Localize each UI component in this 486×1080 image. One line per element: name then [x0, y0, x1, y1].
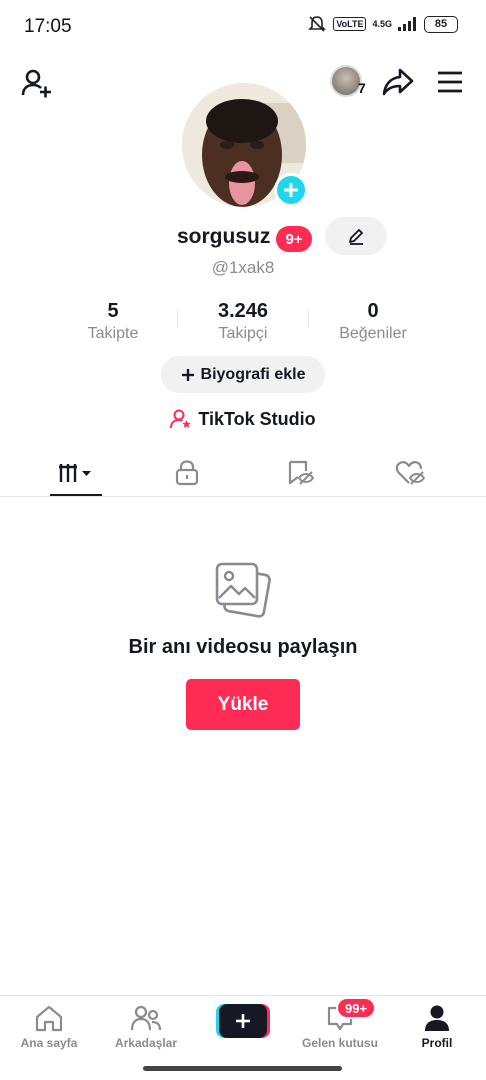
status-bar: 17:05 VoLTE 4.5G 85: [0, 0, 486, 52]
nav-label: Profil: [421, 1036, 453, 1050]
inbox-badge: 99+: [336, 997, 377, 1019]
stat-label: Takipte: [87, 325, 139, 342]
create-button[interactable]: [216, 1004, 270, 1038]
stat-value: 0: [367, 300, 379, 322]
add-user-icon: [21, 69, 51, 98]
bookmark-hidden-icon: [288, 460, 314, 485]
username: sorgusuz: [177, 225, 271, 248]
plus-icon: [181, 368, 194, 381]
add-bio-label: Biyografi ekle: [200, 365, 306, 383]
signal-icon: [398, 17, 416, 31]
name-row: sorgusuz 9+: [0, 217, 486, 257]
friends-icon: [130, 1005, 162, 1031]
nav-label: Ana sayfa: [20, 1036, 78, 1050]
pencil-icon: [349, 229, 363, 245]
profile-tabs: [0, 450, 486, 497]
lock-icon: [175, 460, 199, 486]
add-story-button[interactable]: [274, 173, 308, 207]
tab-saved[interactable]: [240, 450, 360, 496]
home-icon: [35, 1005, 63, 1032]
nav-label: Arkadaşlar: [114, 1036, 178, 1050]
tab-liked[interactable]: [350, 450, 470, 496]
heart-hidden-icon: [395, 461, 425, 485]
edit-profile-button[interactable]: [325, 217, 387, 255]
plus-icon: [284, 183, 298, 197]
menu-icon: [438, 71, 462, 93]
nav-profile[interactable]: Profil: [389, 1004, 485, 1050]
empty-state-title: Bir anı videosu paylaşın: [128, 636, 358, 658]
profile-icon: [425, 1005, 449, 1031]
nav-home[interactable]: Ana sayfa: [1, 1004, 97, 1050]
upload-button[interactable]: Yükle: [186, 679, 300, 730]
stats-row: 5 Takipte 3.246 Takipçi 0 Beğeniler: [0, 300, 486, 350]
grid-icon: [59, 464, 91, 482]
story-count: 7: [358, 80, 366, 96]
stat-likes[interactable]: 0 Beğeniler: [303, 300, 443, 343]
studio-icon: [170, 409, 192, 429]
menu-button[interactable]: [432, 64, 468, 100]
nav-label: Gelen kutusu: [301, 1036, 378, 1050]
active-tab-indicator: [50, 494, 102, 496]
status-time: 17:05: [24, 16, 72, 37]
share-button[interactable]: [380, 64, 416, 100]
share-icon: [382, 68, 414, 96]
nav-friends[interactable]: Arkadaşlar: [98, 1004, 194, 1050]
network-type: 4.5G: [372, 19, 392, 29]
stat-followers[interactable]: 3.246 Takipçi: [173, 300, 313, 343]
stat-following[interactable]: 5 Takipte: [43, 300, 183, 343]
stat-label: Takipçi: [218, 325, 268, 342]
user-handle: @1xak8: [211, 258, 275, 277]
add-bio-button[interactable]: Biyografi ekle: [161, 356, 325, 393]
tab-videos[interactable]: [16, 450, 136, 496]
add-user-button[interactable]: [18, 64, 56, 102]
mute-icon: [308, 16, 327, 32]
stat-value: 3.246: [217, 300, 269, 322]
home-indicator: [143, 1066, 342, 1071]
volte-indicator: VoLTE: [333, 17, 367, 31]
studio-label: TikTok Studio: [198, 408, 316, 429]
tiktok-studio-link[interactable]: TikTok Studio: [0, 408, 486, 430]
tab-private[interactable]: [127, 450, 247, 496]
stat-label: Beğeniler: [339, 325, 407, 342]
profile-avatar-wrap[interactable]: [182, 83, 308, 207]
status-icons: VoLTE 4.5G 85: [307, 14, 458, 34]
create-icon: [216, 1004, 270, 1038]
battery-icon: 85: [424, 15, 458, 33]
photos-icon: [213, 560, 273, 620]
notification-badge[interactable]: 9+: [276, 226, 312, 252]
battery-level: 85: [434, 18, 448, 30]
stat-value: 5: [107, 300, 119, 322]
